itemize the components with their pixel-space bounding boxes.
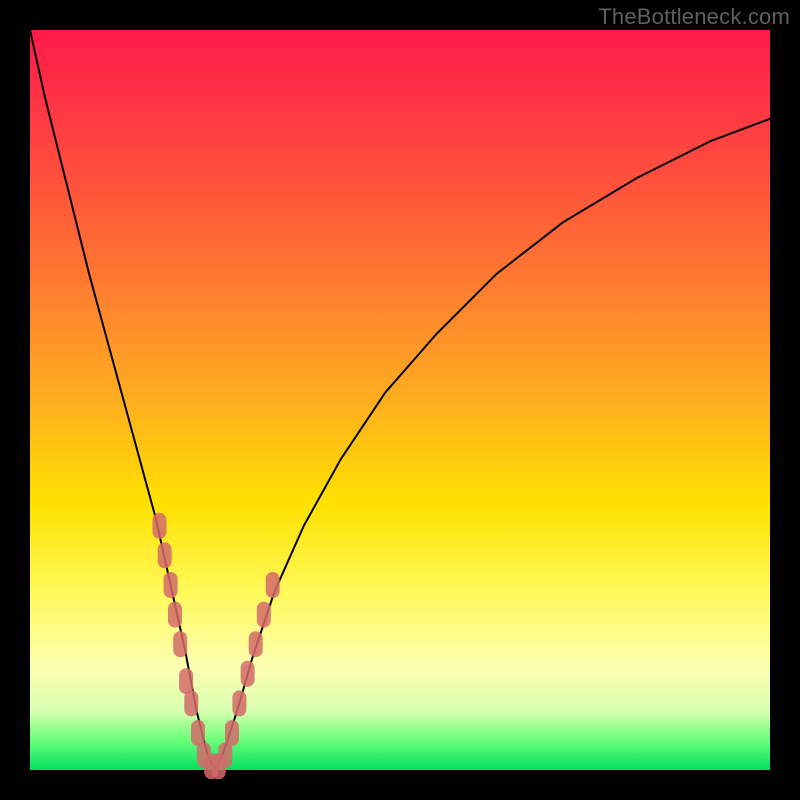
- highlight-dot: [241, 661, 255, 687]
- highlight-dot: [266, 572, 280, 598]
- highlight-dot: [158, 542, 172, 568]
- highlight-dot: [184, 690, 198, 716]
- bottleneck-curve: [30, 30, 770, 770]
- highlight-dot: [179, 668, 193, 694]
- highlight-dot: [218, 742, 232, 768]
- highlight-dot: [225, 720, 239, 746]
- highlight-dot: [168, 602, 182, 628]
- highlight-dot: [153, 513, 167, 539]
- highlight-dot: [232, 690, 246, 716]
- highlight-dot: [191, 720, 205, 746]
- highlight-dot: [173, 631, 187, 657]
- plot-area: [30, 30, 770, 770]
- highlight-dot: [249, 631, 263, 657]
- highlight-dot: [164, 572, 178, 598]
- curve-layer: [30, 30, 770, 770]
- chart-frame: TheBottleneck.com: [0, 0, 800, 800]
- highlight-dot: [257, 602, 271, 628]
- watermark-text: TheBottleneck.com: [598, 4, 790, 30]
